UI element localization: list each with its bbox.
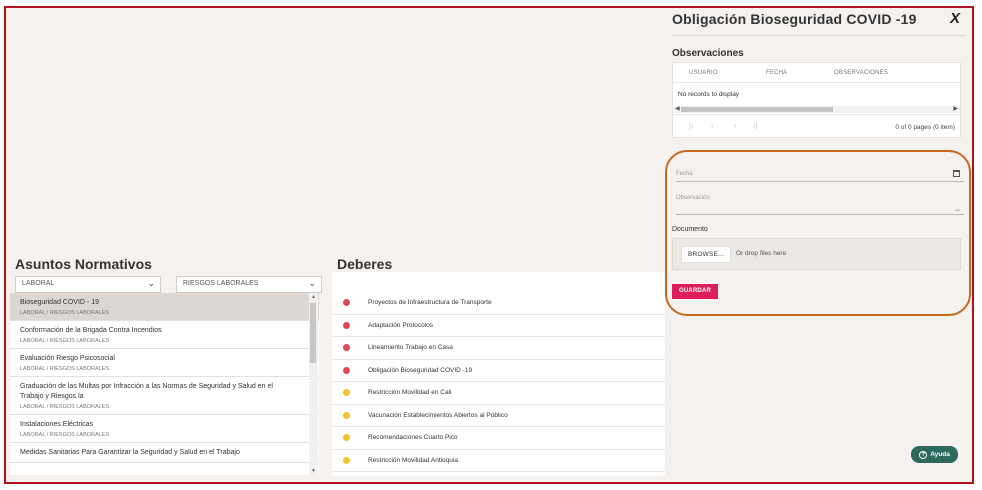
list-item-title: Medidas Sanitarias Para Garantizar la Se… (20, 449, 240, 456)
area-select[interactable]: LABORAL ⌄ (15, 276, 161, 293)
column-header-observaciones[interactable]: OBSERVACIONES (834, 70, 888, 76)
list-item[interactable]: Vacunación Establecimientos Abiertos al … (332, 405, 665, 427)
list-item-label: Obligación Bioseguridad COVID -19 (368, 366, 473, 374)
resize-handle-icon[interactable]: ⇿ (955, 207, 960, 214)
list-item-subtitle: LABORAL / RIESGOS LABORALES (20, 366, 110, 372)
grid-header: USUARIO FECHA OBSERVACIONES (673, 63, 960, 83)
asuntos-title: Asuntos Normativos (15, 256, 152, 272)
observacion-field[interactable] (676, 214, 964, 215)
first-page-icon[interactable]: |‹ (689, 123, 693, 130)
list-item[interactable]: Conformación de la Brigada Contra Incend… (10, 321, 319, 349)
list-item[interactable]: Evaluación Riesgo Psicosocial LABORAL / … (10, 349, 319, 377)
observacion-label: Observación (676, 195, 710, 201)
list-item-label: Restricción Movilidad Antioquia (368, 456, 458, 464)
guardar-button[interactable]: GUARDAR (672, 284, 718, 299)
pager-info: 0 of 0 pages (0 item) (895, 124, 955, 131)
fecha-label: Fecha (676, 171, 693, 177)
list-item-title: Instalaciones Eléctricas (20, 421, 94, 428)
scroll-right-icon[interactable]: ▶ (953, 105, 958, 112)
help-label: Ayuda (930, 451, 950, 458)
scroll-up-icon[interactable]: ▲ (309, 294, 318, 300)
list-item[interactable]: Adaptación Protocolos (332, 315, 665, 337)
observaciones-title: Observaciones (672, 48, 744, 59)
deberes-header (332, 272, 665, 292)
chevron-down-icon: ⌄ (147, 278, 155, 288)
list-item[interactable]: Graduación de las Multas por Infracción … (10, 377, 319, 415)
list-item[interactable]: Bioseguridad COVID - 19 LABORAL / RIESGO… (10, 293, 319, 321)
panel-title: Obligación Bioseguridad COVID -19 (672, 11, 917, 27)
status-dot (343, 411, 350, 419)
status-dot (343, 366, 350, 374)
list-item-title: Bioseguridad COVID - 19 (20, 299, 99, 306)
status-dot (343, 344, 350, 352)
subarea-select-value: RIESGOS LABORALES (183, 280, 259, 287)
fecha-field[interactable] (676, 181, 964, 182)
column-header-fecha[interactable]: FECHA (766, 70, 787, 76)
browse-button[interactable]: BROWSE... (681, 246, 732, 263)
list-item-title: Conformación de la Brigada Contra Incend… (20, 327, 162, 334)
status-dot (343, 456, 350, 464)
list-item-label: Adaptación Protocolos (368, 321, 434, 329)
documento-label: Documento (672, 226, 708, 233)
list-item-label: Lineamiento Trabajo en Casa (368, 344, 453, 352)
drop-hint: Or drop files here (736, 250, 787, 257)
list-item-label: Restricción Movilidad en Cali (368, 389, 452, 397)
scroll-thumb[interactable] (681, 107, 833, 112)
list-item[interactable]: Proyectos de Infraestructura de Transpor… (332, 292, 665, 315)
status-dot (343, 434, 350, 442)
status-dot (343, 321, 350, 329)
list-item[interactable]: Restricción Movilidad Antioquia (332, 450, 665, 472)
scroll-thumb[interactable] (310, 303, 316, 363)
list-item-subtitle: LABORAL / RIESGOS LABORALES (20, 404, 110, 410)
close-button[interactable]: X (950, 10, 960, 27)
horizontal-scrollbar[interactable]: ◀ ▶ (673, 106, 960, 113)
list-item-subtitle: LABORAL / RIESGOS LABORALES (20, 338, 110, 344)
list-item-label: Proyectos de Infraestructura de Transpor… (368, 299, 492, 307)
list-item-title: Graduación de las Multas por Infracción … (20, 383, 273, 400)
deberes-list: Proyectos de Infraestructura de Transpor… (332, 292, 665, 476)
subarea-select[interactable]: RIESGOS LABORALES ⌄ (176, 276, 322, 293)
list-item[interactable]: Obligación Bioseguridad COVID -19 (332, 360, 665, 382)
column-header-usuario[interactable]: USUARIO (689, 70, 718, 76)
list-item-subtitle: LABORAL / RIESGOS LABORALES (20, 432, 110, 438)
asuntos-scrollbar[interactable]: ▲ ▼ (309, 293, 318, 475)
help-icon: ? (919, 450, 928, 459)
observaciones-grid: USUARIO FECHA OBSERVACIONES No records t… (672, 62, 961, 138)
help-button[interactable]: ? Ayuda (911, 446, 958, 463)
divider (672, 35, 966, 36)
list-item-label: Vacunación Establecimientos Abiertos al … (368, 411, 508, 419)
empty-message: No records to display (678, 91, 740, 98)
status-dot (343, 389, 350, 397)
list-item-label: Recomendaciones Cuarto Pico (368, 434, 458, 442)
prev-page-icon[interactable]: ‹ (711, 123, 713, 130)
list-item-title: Evaluación Riesgo Psicosocial (20, 355, 115, 362)
list-item[interactable]: Lineamiento Trabajo en Casa (332, 337, 665, 360)
scroll-down-icon[interactable]: ▼ (309, 468, 318, 474)
list-item-subtitle: LABORAL / RIESGOS LABORALES (20, 310, 110, 316)
last-page-icon[interactable]: ›| (753, 123, 757, 130)
list-item[interactable]: Restricción Movilidad en Cali (332, 382, 665, 405)
list-item[interactable]: Recomendaciones Cuarto Pico (332, 427, 665, 450)
file-dropzone[interactable]: BROWSE... Or drop files here (672, 238, 961, 270)
chevron-down-icon: ⌄ (308, 278, 316, 288)
pager: |‹ ‹ › ›| 0 of 0 pages (0 item) (673, 114, 960, 138)
list-item[interactable]: Instalaciones Eléctricas LABORAL / RIESG… (10, 415, 319, 443)
area-select-value: LABORAL (22, 280, 55, 287)
list-item[interactable]: Medidas Sanitarias Para Garantizar la Se… (10, 443, 319, 463)
calendar-icon[interactable] (953, 170, 960, 177)
deberes-title: Deberes (337, 256, 393, 272)
next-page-icon[interactable]: › (734, 123, 736, 130)
asuntos-list: Bioseguridad COVID - 19 LABORAL / RIESGO… (10, 293, 319, 475)
status-dot (343, 299, 350, 307)
scroll-left-icon[interactable]: ◀ (675, 105, 680, 112)
